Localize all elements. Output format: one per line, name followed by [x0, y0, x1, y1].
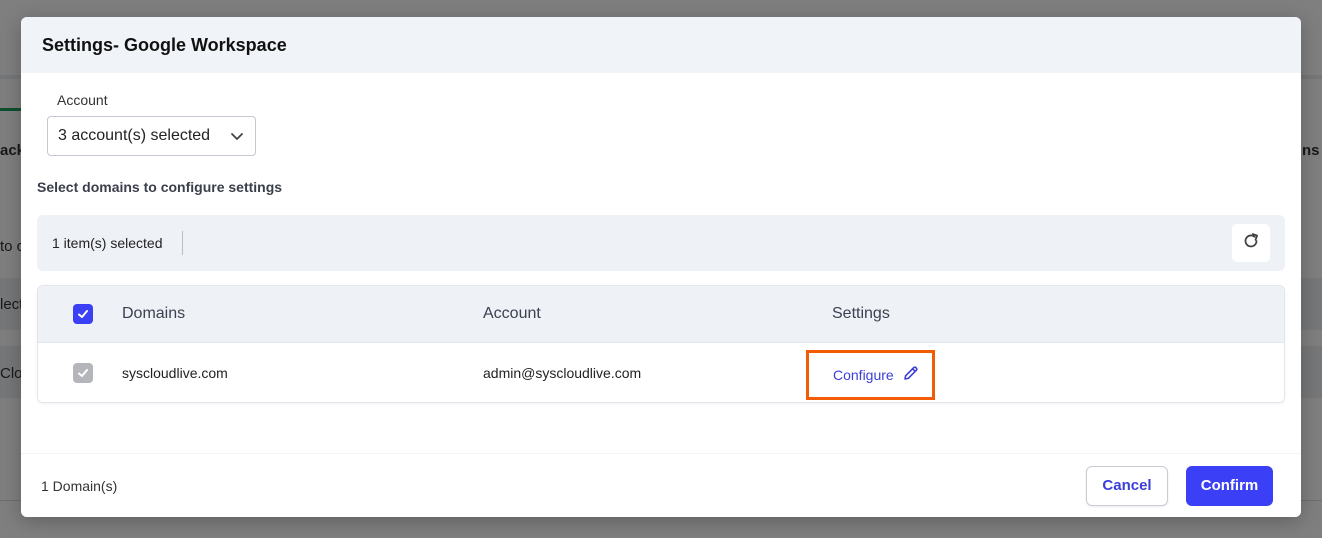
modal-footer: 1 Domain(s) Cancel Confirm [21, 453, 1301, 517]
select-all-checkbox[interactable] [73, 304, 93, 324]
modal-title: Settings- Google Workspace [42, 34, 287, 55]
table-row: syscloudlive.com admin@syscloudlive.com … [38, 343, 1284, 402]
cancel-button[interactable]: Cancel [1086, 465, 1168, 506]
section-label: Select domains to configure settings [37, 179, 283, 195]
account-select-value: 3 account(s) selected [58, 127, 211, 144]
column-header-settings: Settings [832, 305, 890, 322]
refresh-icon [1242, 232, 1260, 255]
row-checkbox[interactable] [73, 363, 93, 383]
table-header: Domains Account Settings [38, 286, 1284, 343]
pencil-icon[interactable] [902, 364, 920, 387]
selection-divider [182, 231, 184, 255]
column-header-domains[interactable]: Domains [122, 305, 185, 323]
settings-modal: Settings- Google Workspace Account 3 acc… [21, 17, 1301, 517]
configure-highlight: Configure [806, 350, 935, 400]
refresh-button[interactable] [1232, 224, 1270, 262]
account-cell: admin@syscloudlive.com [483, 365, 642, 381]
account-select[interactable]: 3 account(s) selected [47, 116, 256, 156]
selection-count: 1 item(s) selected [52, 235, 163, 251]
domains-table: Domains Account Settings syscloudlive.co… [37, 285, 1285, 403]
account-label: Account [57, 92, 108, 108]
confirm-button[interactable]: Confirm [1186, 465, 1273, 506]
domain-cell: syscloudlive.com [122, 365, 228, 381]
selection-bar: 1 item(s) selected [37, 215, 1285, 271]
checkmark-icon [78, 310, 88, 318]
checkmark-icon [78, 369, 88, 377]
chevron-down-icon [229, 128, 245, 144]
modal-body: Account 3 account(s) selected Select dom… [21, 73, 1301, 453]
configure-link[interactable]: Configure [833, 367, 894, 383]
column-header-account[interactable]: Account [483, 305, 541, 323]
modal-header: Settings- Google Workspace [21, 17, 1301, 73]
domain-count: 1 Domain(s) [41, 477, 118, 494]
